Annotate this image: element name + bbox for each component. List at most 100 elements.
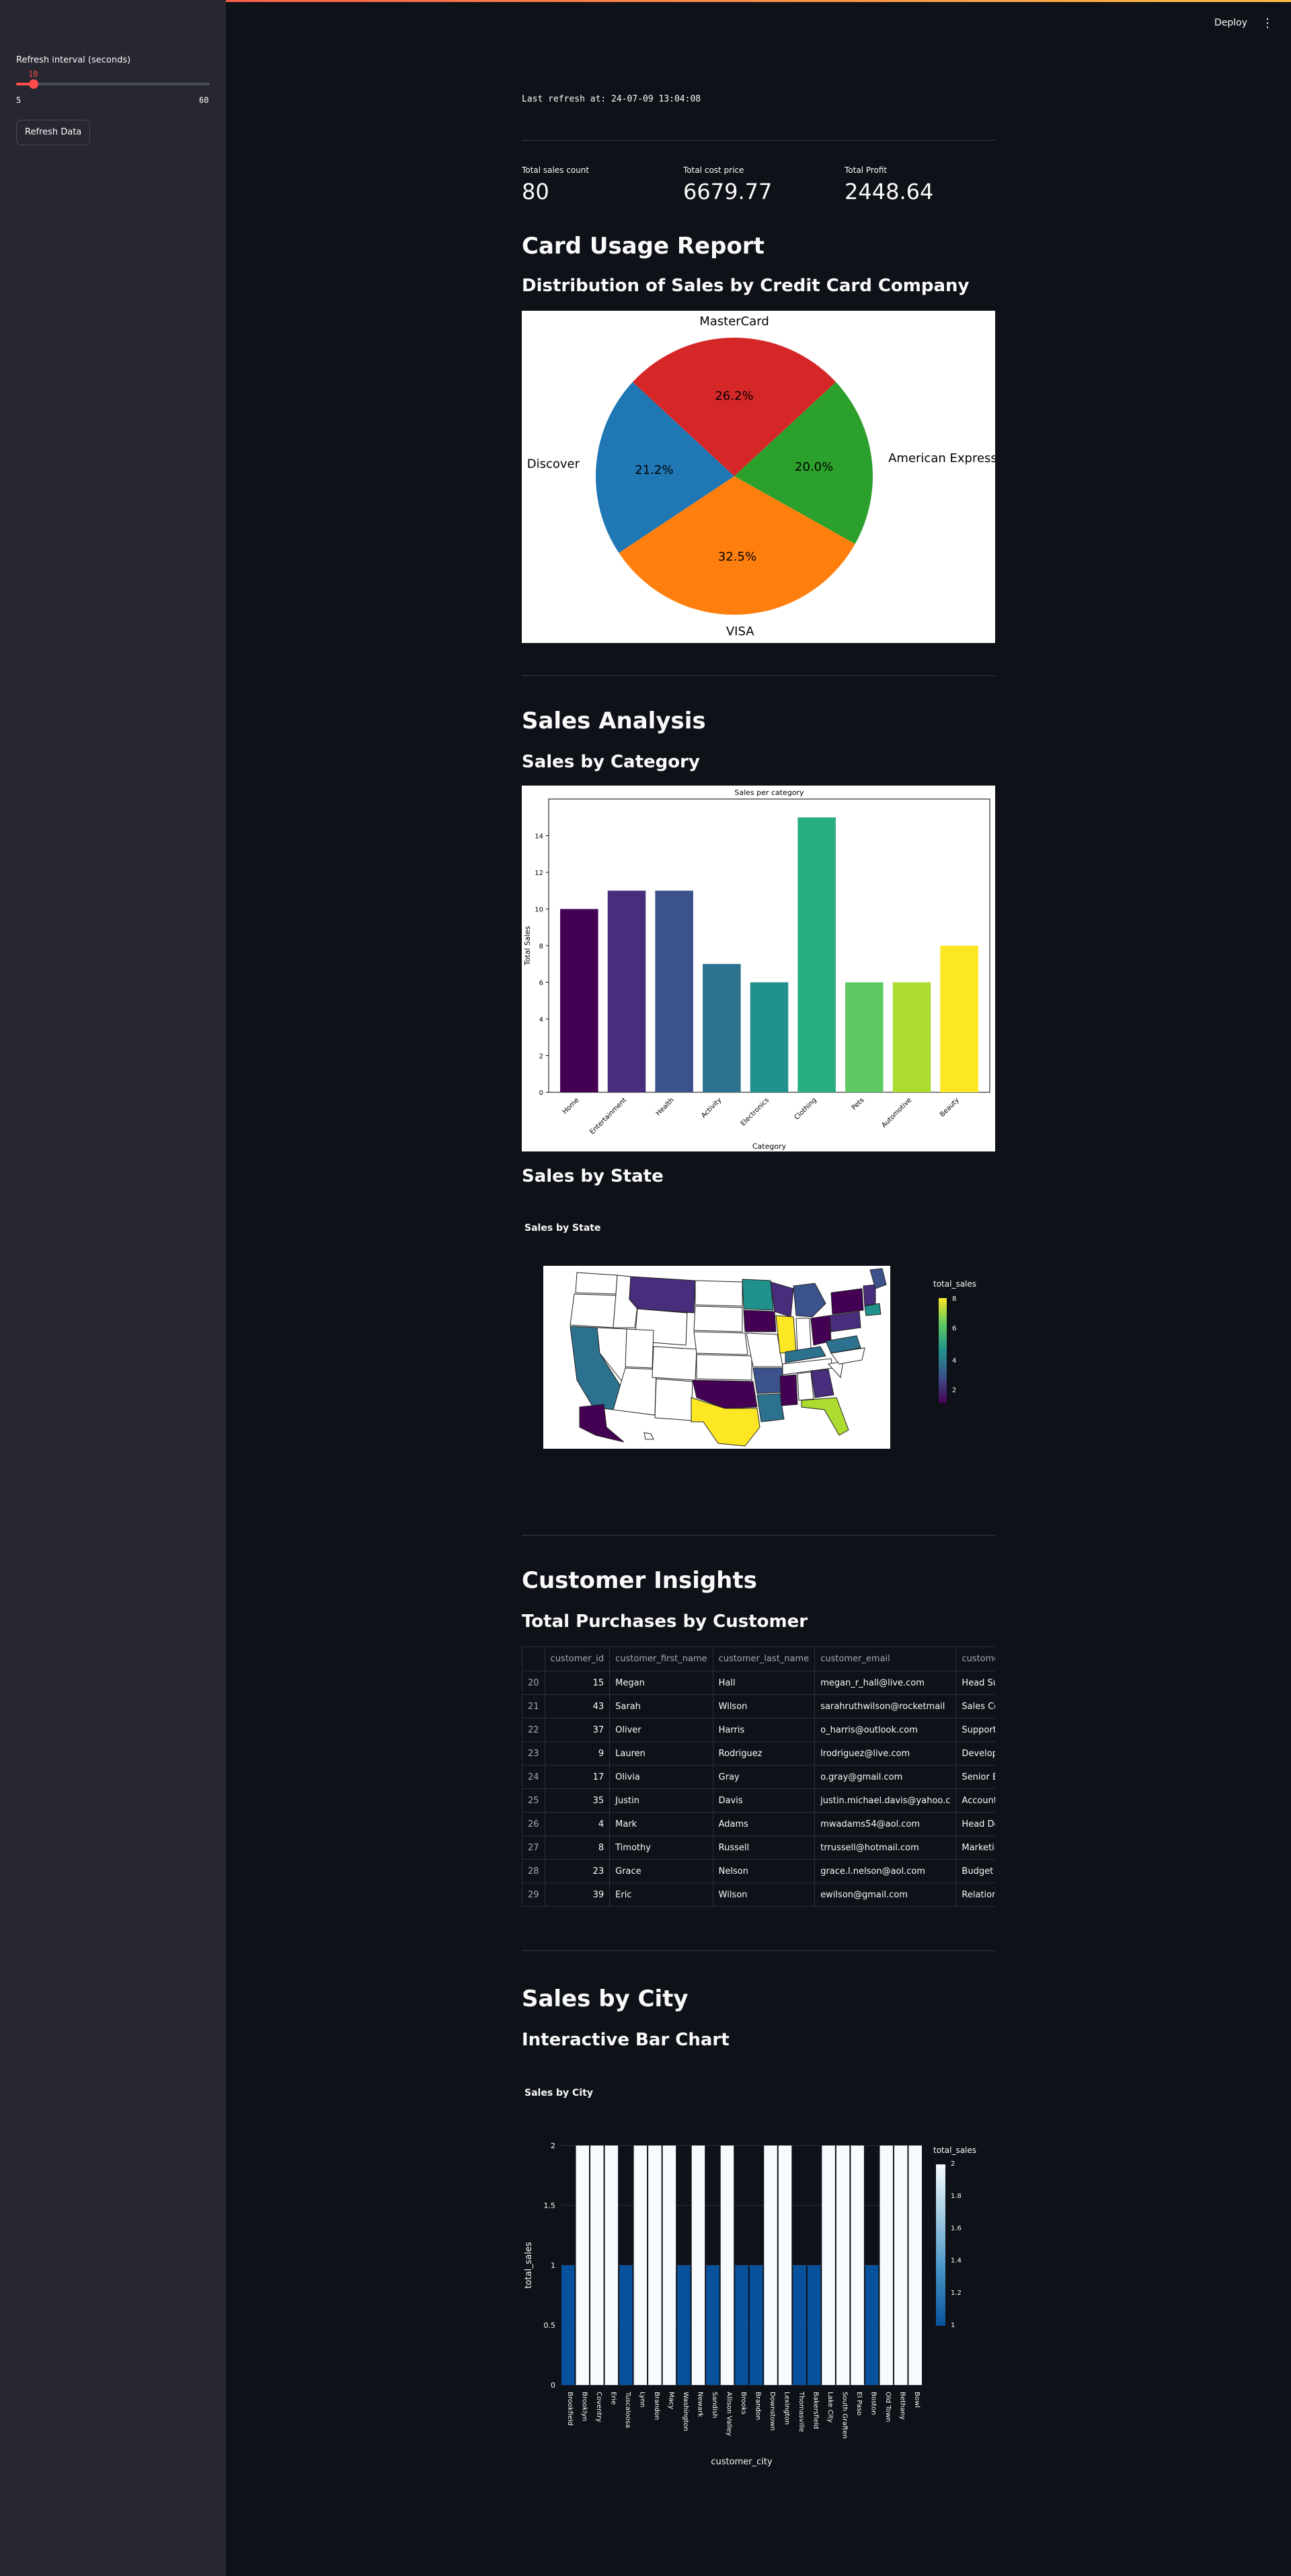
bar[interactable]: [648, 2146, 662, 2385]
column-header[interactable]: customer_first_name: [609, 1646, 713, 1671]
bar[interactable]: [604, 2146, 619, 2385]
table-cell: Davis: [712, 1788, 816, 1813]
x-tick-label: El Paso: [855, 2392, 863, 2415]
bar[interactable]: [908, 2146, 922, 2385]
state-co: [652, 1346, 697, 1381]
bar[interactable]: [764, 2146, 777, 2385]
bar[interactable]: [879, 2146, 893, 2385]
table-cell: 26: [522, 1812, 545, 1836]
bar[interactable]: [807, 2265, 821, 2385]
table-row[interactable]: 20 15 Megan Hall megan_r_hall@live.com Head S…: [522, 1671, 995, 1695]
bar[interactable]: [793, 2265, 806, 2385]
state-ks: [696, 1354, 752, 1381]
main-menu-icon[interactable]: ⋮: [1261, 16, 1274, 30]
customer-dataframe[interactable]: customer_id customer_first_name customer_l…: [522, 1646, 995, 1916]
table-row[interactable]: 22 37 Oliver Harris o_harris@outlook.com Supp…: [522, 1718, 995, 1742]
pie-percent-label: 32.5%: [718, 550, 756, 564]
bar[interactable]: [865, 2265, 879, 2385]
colorbar-tick: 2: [952, 1387, 957, 1394]
bar[interactable]: [576, 2146, 590, 2385]
refresh-interval-slider[interactable]: [16, 79, 210, 89]
table-cell: Olivia: [609, 1765, 713, 1789]
bar[interactable]: [749, 2265, 763, 2385]
column-header[interactable]: customer_job: [955, 1646, 995, 1671]
y-tick-label: 6: [539, 980, 543, 987]
bar[interactable]: [778, 2146, 792, 2385]
table-cell: megan_r_hall@live.com: [814, 1671, 957, 1695]
customer-insights-header: Customer Insights: [522, 1567, 757, 1594]
table-cell: ewilson@gmail.com: [814, 1883, 957, 1907]
state-mt: [629, 1276, 696, 1314]
table-cell: Megan: [609, 1671, 713, 1695]
bar[interactable]: [851, 2146, 864, 2385]
table-cell: 4: [544, 1812, 611, 1836]
bar[interactable]: [561, 2265, 575, 2385]
x-tick-label: Brandon: [653, 2392, 660, 2420]
table-row[interactable]: 2939EricWilsonewilson@gmail.comRelations…: [522, 1883, 995, 1907]
x-tick-label: South Graften: [841, 2392, 849, 2439]
table-cell: Hall: [712, 1671, 816, 1695]
chart-title: Sales per category: [734, 788, 804, 797]
city-colorbar: [936, 2164, 945, 2326]
table-row[interactable]: 2417OliviaGrayo.gray@gmail.comSenior Edi…: [522, 1765, 995, 1789]
bar[interactable]: [590, 2146, 604, 2385]
slider-min-label: 5: [16, 96, 22, 105]
sales-by-city-header: Sales by City: [522, 1985, 689, 2012]
state-ar: [752, 1367, 783, 1394]
deploy-button[interactable]: Deploy: [1214, 17, 1247, 28]
x-axis-label: Category: [752, 1142, 787, 1151]
bar[interactable]: [720, 2146, 734, 2385]
bar[interactable]: [894, 2146, 908, 2385]
table-cell: o_harris@outlook.com: [814, 1718, 957, 1742]
table-cell: 23: [522, 1741, 545, 1766]
sales-state-subheader: Sales by State: [522, 1166, 664, 1186]
table-cell: Accounting Adm: [955, 1788, 995, 1813]
table-row[interactable]: 264MarkAdamsmwadams54@aol.comHead Develo…: [522, 1812, 995, 1836]
table-row[interactable]: 27 8 Timothy Russell trrussell@hotmail.com Ma…: [522, 1835, 995, 1860]
slider-max-label: 60: [199, 96, 209, 105]
bar[interactable]: [662, 2146, 676, 2385]
x-tick-label: Old Town: [884, 2392, 892, 2422]
table-cell: Development Co: [955, 1741, 995, 1766]
table-cell: 9: [544, 1741, 611, 1766]
y-tick-label: 8: [539, 943, 543, 950]
y-tick-label: 0.5: [544, 2321, 556, 2330]
city-bar-chart[interactable]: 0 0.5 1 1.5 2 Brookfield Brooklyn Coventry Erie T…: [522, 2121, 925, 2498]
table-cell: Timothy: [609, 1835, 713, 1860]
table-row[interactable]: 21 43 Sarah Wilson sarahruthwilson@rocketmai…: [522, 1694, 995, 1718]
refresh-data-button[interactable]: Refresh Data: [16, 120, 91, 145]
bar[interactable]: [735, 2265, 748, 2385]
bar[interactable]: [822, 2146, 835, 2385]
x-tick-label: Brooklyn: [580, 2392, 588, 2421]
slider-thumb[interactable]: [29, 79, 39, 89]
pie-percent-label: 21.2%: [635, 463, 673, 477]
state-or: [570, 1293, 617, 1328]
column-header[interactable]: customer_id: [544, 1646, 611, 1671]
x-tick-label: Lexington: [783, 2392, 791, 2425]
state-map-panel[interactable]: [543, 1266, 890, 1449]
table-row[interactable]: 25 35 Justin Davis justin.michael.davis@yaho…: [522, 1788, 995, 1813]
divider: [522, 1535, 995, 1536]
bar[interactable]: [633, 2146, 648, 2385]
column-header[interactable]: customer_last_name: [712, 1646, 816, 1671]
bar[interactable]: [677, 2265, 691, 2385]
bar: [560, 909, 598, 1092]
bar[interactable]: [836, 2146, 850, 2385]
table-cell: 29: [522, 1883, 545, 1907]
bar: [607, 891, 646, 1092]
table-row[interactable]: 23 9 Lauren Rodriguez lrodriguez@live.com Dev…: [522, 1741, 995, 1766]
column-header[interactable]: [522, 1646, 545, 1671]
divider: [522, 675, 995, 676]
bar[interactable]: [706, 2265, 719, 2385]
bar[interactable]: [691, 2146, 705, 2385]
table-cell: Wilson: [712, 1883, 816, 1907]
table-row[interactable]: 28 23 Grace Nelson grace.l.nelson@aol.com Bud…: [522, 1859, 995, 1883]
table-cell: 8: [544, 1835, 611, 1860]
metric-value: 2448.64: [845, 179, 934, 204]
bar[interactable]: [619, 2265, 633, 2385]
bar: [892, 982, 931, 1092]
y-tick-label: 4: [539, 1016, 543, 1024]
y-tick-label: 0: [539, 1090, 543, 1097]
column-header[interactable]: customer_email: [814, 1646, 957, 1671]
table-cell: trrussell@hotmail.com: [814, 1835, 957, 1860]
